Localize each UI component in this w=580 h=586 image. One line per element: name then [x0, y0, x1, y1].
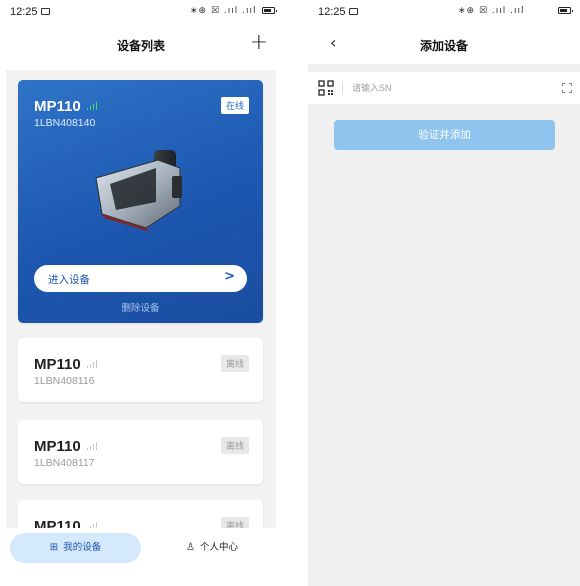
delete-device-link[interactable]: 删除设备 — [18, 300, 263, 314]
device-list-screen: 12:25 ∗⊕ ☒ .ııl .ııl 设备列表 + MP110 1LBN40… — [0, 0, 282, 586]
device-card[interactable]: MP110 1LBN408116 离线 — [18, 338, 263, 402]
device-sn: 1LBN408140 — [34, 117, 96, 129]
tab-bar: ⊞ 我的设备 ♙ 个人中心 — [0, 528, 282, 586]
page-title: 添加设备 — [419, 39, 468, 53]
enter-device-button[interactable]: 进入设备 > — [34, 265, 247, 292]
device-card[interactable]: MP110 离线 — [18, 500, 263, 528]
device-sn: 1LBN408117 — [34, 457, 95, 469]
status-time: 12:25 — [318, 6, 358, 18]
status-badge: 离线 — [220, 517, 249, 528]
signal-icon — [86, 359, 98, 368]
grid-icon: ⊞ — [49, 542, 59, 553]
status-bar: 12:25 ∗⊕ ☒ .ııl .ııl — [0, 0, 282, 24]
device-card[interactable]: MP110 1LBN408117 离线 — [18, 420, 263, 484]
device-model: MP110 — [34, 356, 98, 373]
signal-icon — [86, 441, 98, 450]
device-card-active[interactable]: MP110 1LBN408140 在线 进入设备 > 删除设备 — [18, 80, 263, 323]
user-icon: ♙ — [186, 542, 195, 553]
nav-bar: 设备列表 + — [0, 26, 282, 64]
status-bar: 12:25 ∗⊕ ☒ .ııl .ııl — [308, 0, 580, 24]
divider — [342, 82, 343, 94]
device-model: MP110 — [34, 438, 98, 455]
add-device-button[interactable]: + — [250, 30, 268, 55]
chevron-right-icon: > — [224, 269, 235, 284]
page-title: 设备列表 — [116, 39, 165, 53]
tab-personal-center[interactable]: ♙ 个人中心 — [152, 533, 272, 563]
sn-input[interactable] — [352, 78, 542, 98]
notification-icon — [40, 8, 50, 15]
system-status-icons: ∗⊕ ☒ .ııl .ııl — [190, 6, 257, 16]
device-list: MP110 1LBN408140 在线 进入设备 > 删除设备 MP110 1L… — [6, 70, 276, 528]
nav-bar: ‹ 添加设备 — [308, 26, 580, 64]
tab-my-devices[interactable]: ⊞ 我的设备 — [10, 533, 141, 563]
enter-device-label: 进入设备 — [48, 274, 90, 286]
battery-icon — [262, 7, 277, 14]
status-badge: 离线 — [220, 355, 249, 372]
notification-icon — [348, 8, 358, 15]
signal-icon — [87, 521, 98, 528]
signal-icon — [86, 101, 98, 110]
device-model: MP110 — [34, 98, 98, 115]
add-device-screen: 12:25 ∗⊕ ☒ .ııl .ııl ‹ 添加设备 验证并添加 — [308, 0, 580, 586]
system-status-icons: ∗⊕ ☒ .ııl .ııl — [458, 6, 525, 16]
qr-code-icon[interactable] — [318, 80, 334, 96]
device-sn: 1LBN408116 — [34, 375, 95, 387]
sn-input-row — [308, 72, 580, 104]
verify-and-add-button[interactable]: 验证并添加 — [334, 120, 555, 150]
status-badge: 离线 — [220, 437, 249, 454]
status-badge: 在线 — [220, 97, 249, 114]
device-model: MP110 — [34, 518, 98, 528]
scan-icon[interactable] — [562, 83, 572, 93]
status-time: 12:25 — [10, 6, 50, 18]
device-image — [95, 150, 182, 232]
battery-icon — [558, 7, 573, 14]
